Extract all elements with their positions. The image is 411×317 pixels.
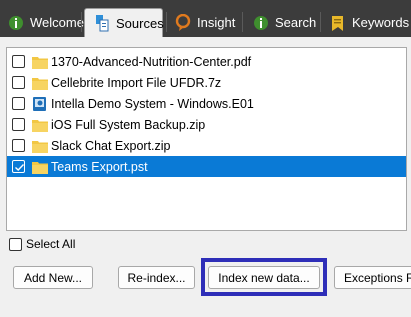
source-name: Intella Demo System - Windows.E01 [51, 96, 254, 111]
button-label: Add New... [23, 270, 83, 285]
checkmark-icon [15, 164, 25, 171]
folder-icon [32, 77, 48, 90]
folder-icon [32, 56, 48, 69]
folder-icon [32, 119, 48, 132]
tab-sources[interactable]: Sources [84, 8, 164, 37]
tab-separator [81, 12, 82, 32]
list-item[interactable]: 1370-Advanced-Nutrition-Center.pdf [7, 51, 406, 72]
tab-separator [166, 12, 167, 32]
tab-label: Keywords [352, 15, 410, 30]
list-item[interactable]: Intella Demo System - Windows.E01 [7, 93, 406, 114]
source-checkbox[interactable] [12, 118, 25, 131]
search-info-icon [254, 15, 268, 30]
tab-label: Welcome [30, 15, 84, 30]
tab-label: Search [275, 15, 317, 30]
source-checkbox-checked[interactable] [12, 160, 25, 173]
source-name: Teams Export.pst [51, 159, 148, 174]
exceptions-report-button[interactable]: Exceptions Re [334, 266, 411, 289]
source-checkbox[interactable] [12, 55, 25, 68]
source-name: Cellebrite Import File UFDR.7z [51, 75, 222, 90]
list-item[interactable]: iOS Full System Backup.zip [7, 114, 406, 135]
tab-keywords[interactable]: Keywords [330, 8, 409, 37]
source-checkbox[interactable] [12, 139, 25, 152]
select-all[interactable]: Select All [9, 236, 75, 252]
select-all-checkbox[interactable] [9, 237, 22, 251]
tab-search[interactable]: Search [253, 8, 316, 37]
tab-label: Sources [116, 15, 164, 31]
add-new-button[interactable]: Add New... [13, 266, 93, 289]
folder-icon [32, 140, 48, 153]
list-item-selected[interactable]: Teams Export.pst [7, 156, 406, 177]
tab-separator [242, 12, 243, 32]
sources-icon [96, 15, 109, 32]
keywords-icon [332, 15, 343, 31]
reindex-button[interactable]: Re-index... [118, 266, 195, 289]
insight-icon [175, 13, 191, 31]
tab-label: Insight [197, 15, 236, 30]
folder-icon [32, 161, 48, 174]
disk-image-icon [33, 96, 46, 111]
list-item[interactable]: Slack Chat Export.zip [7, 135, 406, 156]
tab-bar: Welcome Sources Insight Search Keywords [0, 0, 411, 37]
tab-insight[interactable]: Insight [175, 8, 235, 37]
list-item[interactable]: Cellebrite Import File UFDR.7z [7, 72, 406, 93]
tab-separator [320, 12, 321, 32]
button-label: Exceptions Re [344, 270, 411, 285]
source-name: iOS Full System Backup.zip [51, 117, 206, 132]
source-name: 1370-Advanced-Nutrition-Center.pdf [51, 54, 252, 69]
tab-welcome[interactable]: Welcome [8, 8, 84, 37]
highlight-box [201, 258, 327, 296]
select-all-label: Select All [26, 237, 76, 251]
info-icon [9, 15, 23, 30]
button-label: Re-index... [127, 270, 186, 285]
source-name: Slack Chat Export.zip [51, 138, 171, 153]
source-checkbox[interactable] [12, 97, 25, 110]
source-checkbox[interactable] [12, 76, 25, 89]
sources-list[interactable]: 1370-Advanced-Nutrition-Center.pdf Celle… [6, 47, 407, 231]
